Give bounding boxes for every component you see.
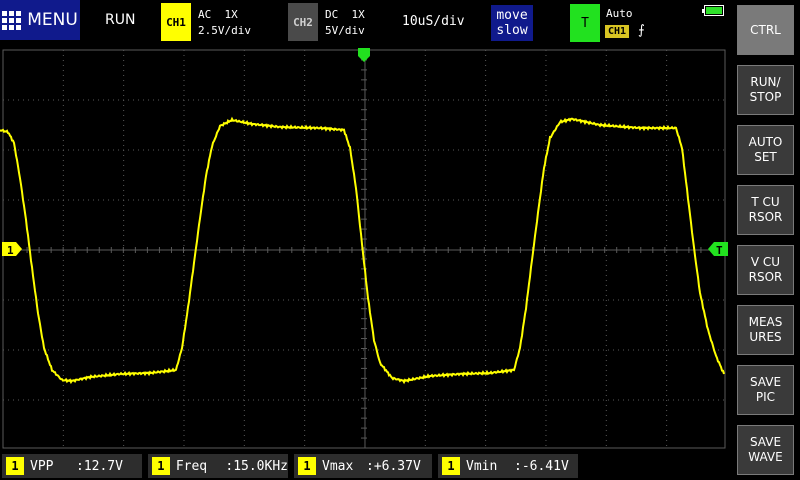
waveform-display[interactable]: 1 T	[0, 48, 733, 452]
menu-label: MENU	[27, 10, 78, 30]
save-wave-label: SAVE WAVE	[748, 435, 782, 465]
channel-badge: 1	[442, 457, 460, 475]
vmax-label: Vmax	[322, 458, 354, 474]
button-line-2: URES	[749, 330, 782, 344]
move-speed-button[interactable]: move slow	[491, 5, 533, 41]
vmin-measurement[interactable]: 1 Vmin :-6.41V	[438, 454, 578, 478]
move-label: move	[496, 8, 528, 23]
vmin-value: :-6.41V	[514, 458, 569, 474]
ch2-scale: 5V/div	[325, 24, 365, 37]
vmin-label: Vmin	[466, 458, 498, 474]
save-wave-button[interactable]: SAVE WAVE	[737, 425, 794, 475]
measures-button[interactable]: MEAS URES	[737, 305, 794, 355]
rising-edge-icon: ⨍	[638, 23, 645, 38]
ch1-coupling: AC 1X	[198, 8, 238, 21]
v-cursor-button[interactable]: V CU RSOR	[737, 245, 794, 295]
button-line-1: V CU	[750, 255, 781, 269]
ctrl-button[interactable]: CTRL	[737, 5, 794, 55]
button-line-2: SET	[754, 150, 777, 164]
button-line-1: MEAS	[748, 315, 783, 329]
run-stop-label: RUN/STOP	[750, 75, 782, 105]
vpp-label: VPP	[30, 458, 54, 474]
auto-set-label: AUTO SET	[749, 135, 783, 165]
button-line-1: T CU	[751, 195, 780, 209]
button-line-2: RSOR	[748, 270, 783, 284]
save-pic-label: SAVE PIC	[750, 375, 781, 405]
speed-label: slow	[496, 23, 528, 38]
freq-measurement[interactable]: 1 Freq :15.0KHz	[148, 454, 288, 478]
vmax-value: :+6.37V	[366, 458, 421, 474]
button-line-1: SAVE	[749, 435, 782, 449]
vpp-measurement[interactable]: 1 VPP :12.7V	[2, 454, 142, 478]
button-line-1: SAVE	[749, 375, 782, 389]
trigger-source: CH1	[605, 25, 630, 38]
save-pic-button[interactable]: SAVE PIC	[737, 365, 794, 415]
channel-badge: 1	[152, 457, 170, 475]
ch1-level-label: 1	[7, 244, 14, 257]
menu-button[interactable]: MENU	[0, 0, 80, 40]
battery-icon	[702, 5, 724, 16]
vpp-value: :12.7V	[76, 458, 123, 474]
ch2-coupling: DC 1X	[325, 8, 365, 21]
auto-set-button[interactable]: AUTO SET	[737, 125, 794, 175]
button-line-1: CTRL	[750, 22, 781, 37]
run-state: RUN	[105, 12, 136, 28]
channel-badge: 1	[6, 457, 24, 475]
t-cursor-label: T CU RSOR	[749, 195, 783, 225]
ch1-badge[interactable]: CH1	[161, 3, 191, 41]
timebase-readout[interactable]: 10uS/div	[402, 14, 465, 29]
trigger-level-label: T	[716, 244, 723, 257]
freq-value: :15.0KHz	[225, 458, 288, 474]
trigger-mode: Auto	[606, 7, 633, 20]
ch2-badge[interactable]: CH2	[288, 3, 318, 41]
ch2-settings: DC 1X 5V/div	[325, 7, 365, 39]
trigger-badge[interactable]: T	[570, 4, 600, 42]
vmax-measurement[interactable]: 1 Vmax :+6.37V	[294, 454, 432, 478]
function-sidebar: CTRL RUN/STOP AUTO SET T CU RSOR V CU RSOR MEAS U…	[737, 0, 800, 480]
measurement-bar: 1 VPP :12.7V 1 Freq :15.0KHz 1 Vmax :+6.37V 1 Vmin…	[0, 452, 733, 480]
run-stop-button[interactable]: RUN/STOP	[737, 65, 794, 115]
channel-badge: 1	[298, 457, 316, 475]
button-line-1: RUN/	[750, 75, 781, 89]
button-line-2: PIC	[755, 390, 776, 404]
v-cursor-label: V CU RSOR	[749, 255, 783, 285]
freq-label: Freq	[175, 458, 208, 474]
t-cursor-button[interactable]: T CU RSOR	[737, 185, 794, 235]
button-line-2: RSOR	[748, 210, 783, 224]
ch1-scale: 2.5V/div	[198, 24, 251, 37]
button-line-1: AUTO	[748, 135, 783, 149]
button-line-2: STOP	[749, 90, 782, 104]
menu-grid-icon	[2, 10, 22, 30]
measures-label: MEAS URES	[749, 315, 783, 345]
ctrl-label: CTRL	[750, 23, 781, 38]
status-bar: MENU RUN CH1 AC 1X 2.5V/div CH2 DC 1X 5V…	[0, 0, 733, 44]
button-line-2: WAVE	[748, 450, 783, 464]
ch1-settings: AC 1X 2.5V/div	[198, 7, 251, 39]
